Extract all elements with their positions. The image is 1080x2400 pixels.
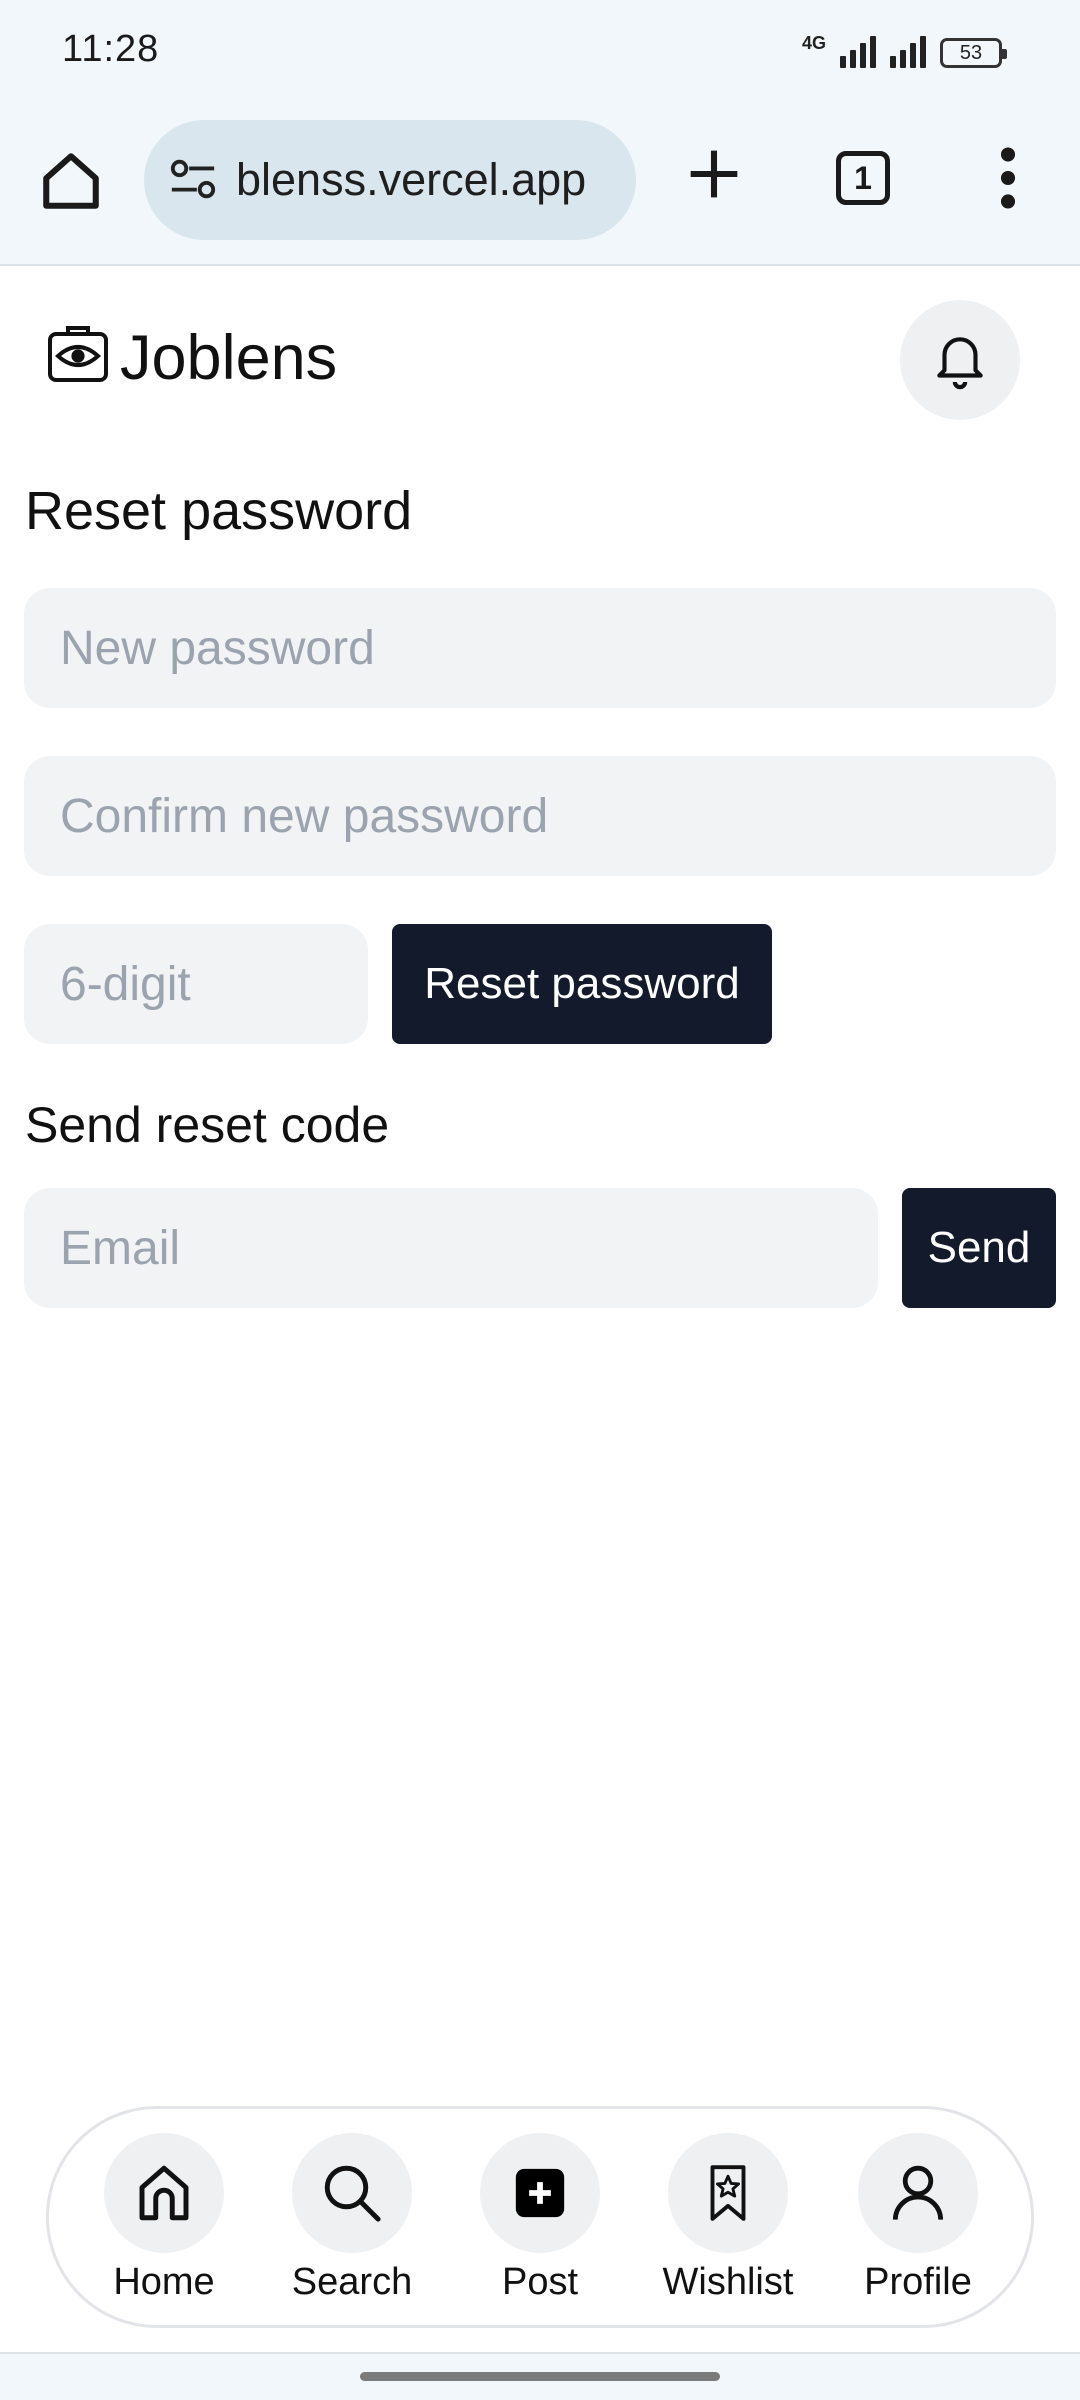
- nav-home-circle: [104, 2133, 224, 2253]
- site-settings-icon[interactable]: [168, 158, 218, 202]
- confirm-password-field[interactable]: [24, 756, 1056, 876]
- reset-password-button[interactable]: Reset password: [392, 924, 772, 1044]
- notifications-button[interactable]: [900, 300, 1020, 420]
- briefcase-eye-icon: [48, 326, 108, 382]
- battery-icon: 53: [940, 38, 1007, 68]
- screen: 11:28 4G 53 blenss.vercel.app 1 Joblens …: [0, 0, 1080, 2400]
- signal-icon-2: [890, 36, 926, 68]
- url-text: blenss.vercel.app: [236, 154, 587, 205]
- nav-search[interactable]: Search: [267, 2133, 437, 2304]
- nav-search-circle: [292, 2133, 412, 2253]
- new-tab-plus-icon[interactable]: [686, 146, 742, 202]
- nav-wishlist-circle: [668, 2133, 788, 2253]
- nav-profile[interactable]: Profile: [833, 2133, 1003, 2304]
- tab-count: 1: [854, 159, 872, 196]
- nav-label-home: Home: [113, 2261, 215, 2303]
- status-time: 11:28: [62, 28, 160, 70]
- nav-profile-circle: [858, 2133, 978, 2253]
- send-button[interactable]: Send: [902, 1188, 1056, 1308]
- user-icon: [892, 2165, 944, 2220]
- nav-label-post: Post: [501, 2261, 579, 2303]
- brand-name[interactable]: Joblens: [120, 322, 337, 394]
- address-bar[interactable]: blenss.vercel.app: [144, 120, 636, 240]
- send-reset-code-heading: Send reset code: [25, 1097, 390, 1153]
- reset-code-field[interactable]: [24, 924, 368, 1044]
- status-bar: 11:28 4G 53: [0, 0, 1080, 96]
- more-vert-icon[interactable]: [990, 146, 1026, 210]
- bookmark-star-icon: [710, 2165, 746, 2221]
- nav-label-profile: Profile: [864, 2261, 972, 2303]
- browser-toolbar: blenss.vercel.app 1: [0, 96, 1080, 266]
- signal-icon: [840, 36, 876, 68]
- bottom-nav: Home Search Post Wishlist Profile: [46, 2106, 1034, 2328]
- nav-label-search: Search: [291, 2261, 413, 2303]
- home-icon[interactable]: [38, 148, 104, 214]
- nav-post-circle: [480, 2133, 600, 2253]
- reset-password-heading: Reset password: [25, 481, 413, 541]
- new-password-field[interactable]: [24, 588, 1056, 708]
- nav-post[interactable]: Post: [455, 2133, 625, 2304]
- home-icon: [139, 2165, 189, 2221]
- plus-square-icon: [515, 2168, 565, 2218]
- bell-icon: [937, 337, 983, 390]
- email-field[interactable]: [24, 1188, 878, 1308]
- gesture-area: [0, 2352, 1080, 2400]
- tab-switcher-icon[interactable]: 1: [836, 151, 890, 205]
- nav-wishlist[interactable]: Wishlist: [643, 2133, 813, 2304]
- network-type: 4G: [801, 33, 826, 53]
- gesture-handle[interactable]: [360, 2372, 720, 2381]
- nav-label-wishlist: Wishlist: [662, 2261, 794, 2303]
- search-icon: [324, 2165, 381, 2222]
- nav-home[interactable]: Home: [79, 2133, 249, 2304]
- status-icons: 4G 53: [801, 28, 1007, 68]
- battery-level: 53: [959, 41, 983, 64]
